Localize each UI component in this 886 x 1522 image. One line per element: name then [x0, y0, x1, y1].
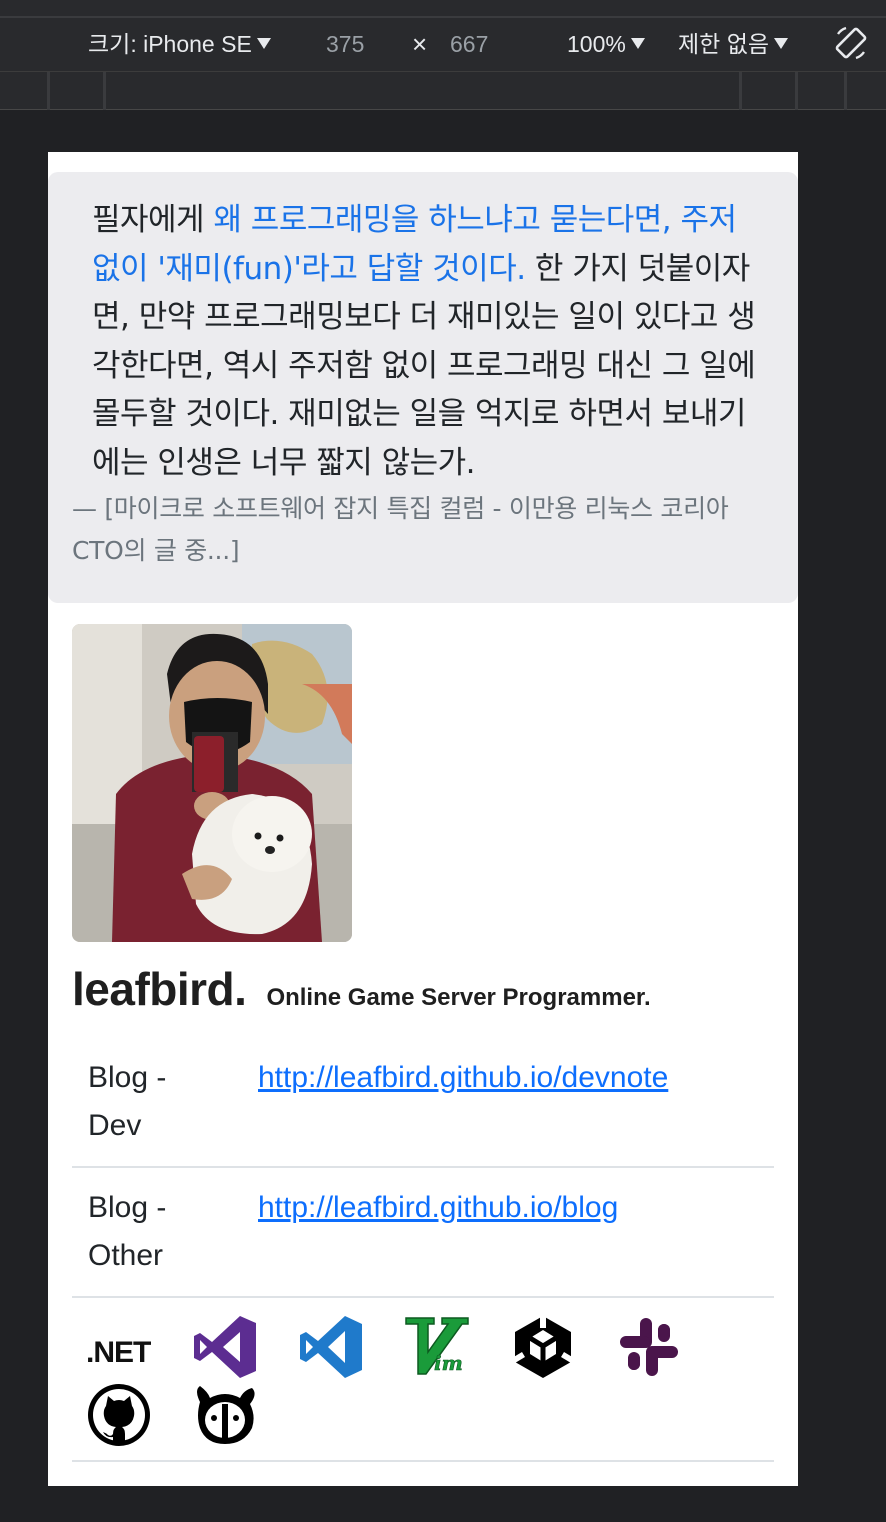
ruler-tick: [795, 72, 798, 110]
profile-heading: leafbird. Online Game Server Programmer.: [72, 962, 651, 1016]
chevron-down-icon: [630, 38, 645, 49]
link-label: Blog - Other: [88, 1191, 167, 1272]
visual-studio-icon: [194, 1316, 256, 1378]
blog-dev-link[interactable]: http://leafbird.github.io/devnote: [258, 1054, 668, 1102]
chevron-down-icon: [774, 38, 789, 49]
device-viewport: 필자에게 왜 프로그래밍을 하느냐고 묻는다면, 주저없이 '재미(fun)'라…: [48, 152, 798, 1486]
rotate-icon[interactable]: [832, 24, 870, 62]
blog-other-link[interactable]: http://leafbird.github.io/blog: [258, 1184, 618, 1232]
links-table: Blog - Dev http://leafbird.github.io/dev…: [72, 1038, 774, 1298]
table-row: Blog - Other http://leafbird.github.io/b…: [72, 1168, 774, 1298]
table-row: Blog - Dev http://leafbird.github.io/dev…: [72, 1038, 774, 1168]
quote-text-before: 필자에게: [92, 202, 214, 238]
ruler-tick: [103, 72, 106, 110]
profile-photo-image: [72, 624, 352, 942]
slack-icon: [620, 1318, 678, 1376]
quote-blockquote: 필자에게 왜 프로그래밍을 하느냐고 묻는다면, 주저없이 '재미(fun)'라…: [48, 172, 798, 603]
throttle-label: 제한 없음: [678, 31, 770, 57]
vscode-icon: [300, 1316, 362, 1378]
throttle-dropdown[interactable]: 제한 없음: [678, 28, 789, 60]
link-label: Blog - Dev: [88, 1061, 167, 1142]
github-icon: [88, 1384, 150, 1446]
ruler-tick: [844, 72, 847, 110]
viewport-height-input[interactable]: 667: [450, 28, 488, 60]
dotnet-label: .NET: [86, 1336, 151, 1369]
profile-photo: [72, 624, 352, 942]
vim-icon: im: [405, 1317, 469, 1375]
toolbar-divider: [0, 16, 886, 18]
profile-name: leafbird.: [72, 963, 247, 1015]
devtools-toolbar: 크기: iPhone SE 375 × 667 100% 제한 없음: [0, 0, 886, 72]
viewport-width-input[interactable]: 375: [326, 28, 364, 60]
tool-icons: .NET im: [72, 1298, 774, 1462]
svg-text:im: im: [434, 1351, 463, 1375]
chevron-down-icon: [256, 38, 271, 49]
quote-text: 필자에게 왜 프로그래밍을 하느냐고 묻는다면, 주저없이 '재미(fun)'라…: [92, 196, 758, 487]
ruler-tick: [47, 72, 50, 110]
media-query-bar: [0, 72, 886, 110]
quote-source: — [마이크로 소프트웨어 잡지 특집 컬럼 - 이만용 리눅스 코리아 CTO…: [72, 494, 729, 565]
dotnet-icon: .NET: [72, 1314, 151, 1380]
bear-logo-icon: [197, 1386, 255, 1444]
device-size-dropdown[interactable]: 크기: iPhone SE: [88, 28, 271, 60]
zoom-label: 100%: [567, 31, 626, 57]
unity-icon: [512, 1316, 574, 1378]
zoom-dropdown[interactable]: 100%: [567, 28, 645, 60]
device-size-label: 크기: iPhone SE: [88, 31, 252, 57]
dimension-times: ×: [412, 29, 428, 59]
profile-tagline: Online Game Server Programmer.: [266, 984, 651, 1011]
ruler-tick: [739, 72, 742, 110]
